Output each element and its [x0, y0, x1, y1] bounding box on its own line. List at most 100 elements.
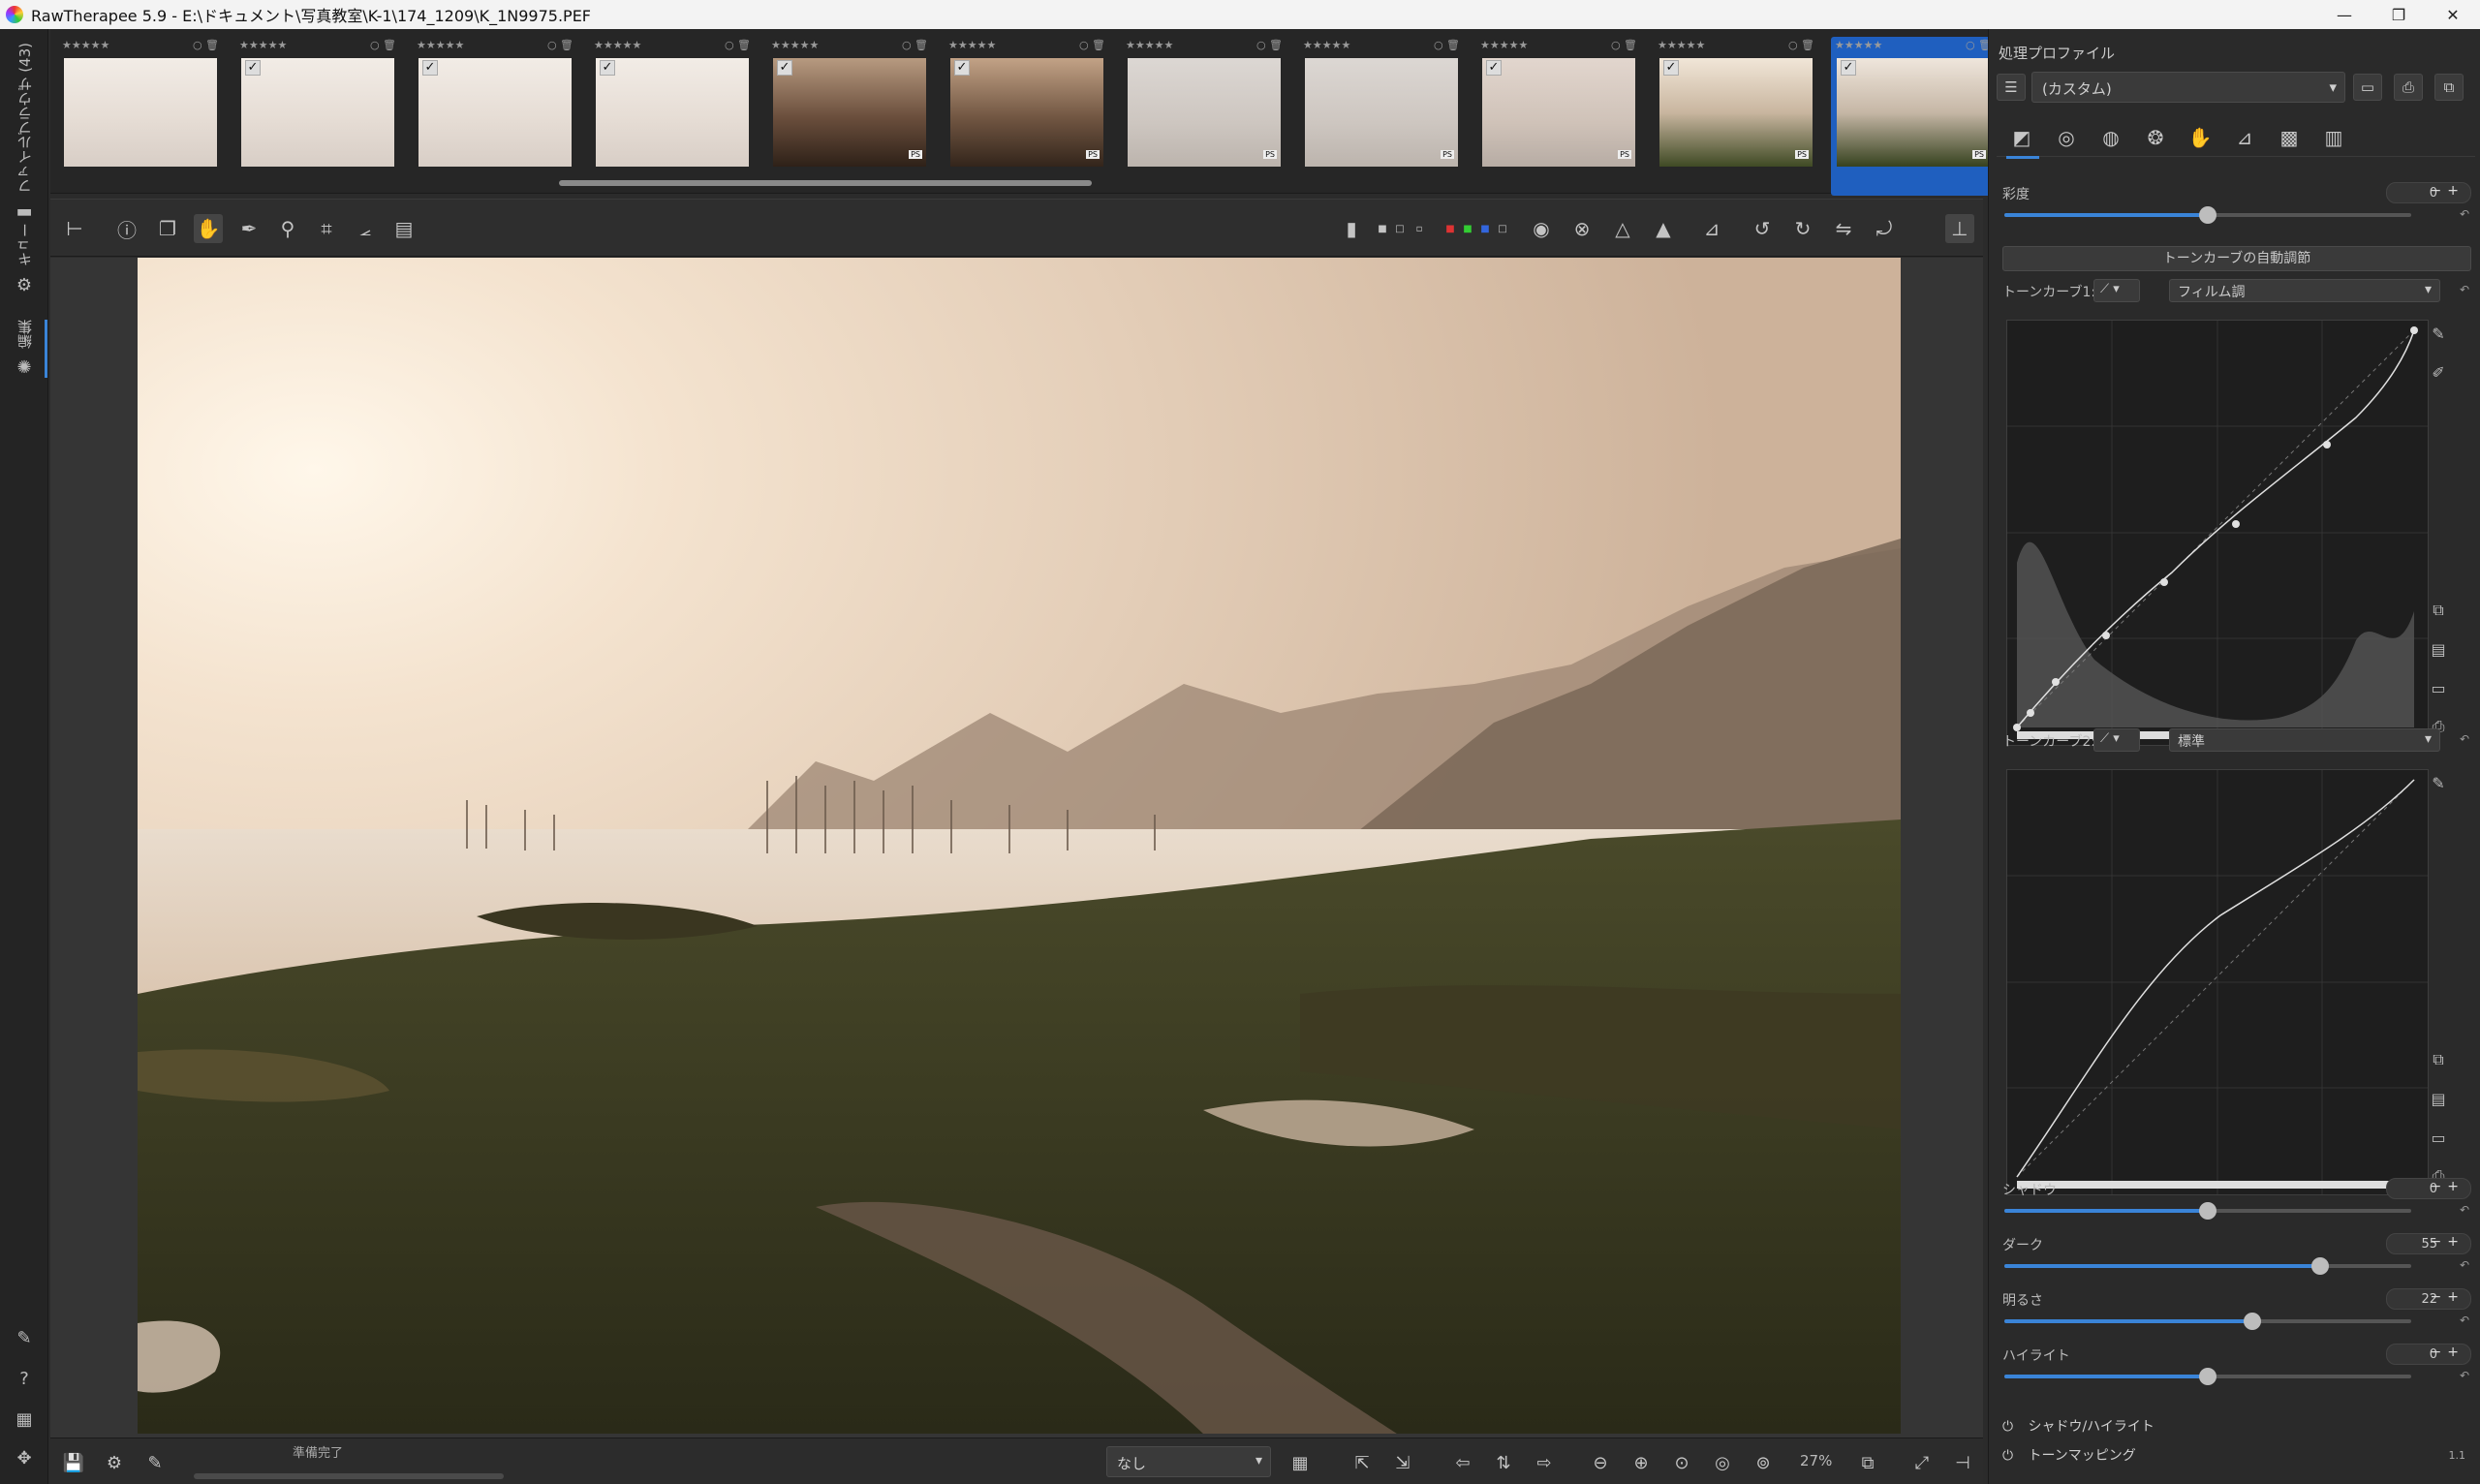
preview-background-icon[interactable]: ▮: [1343, 214, 1360, 243]
lights-track[interactable]: [2004, 1313, 2411, 1330]
copy-profile-icon[interactable]: ⧉: [2434, 74, 2464, 101]
darks-track[interactable]: [2004, 1257, 2411, 1275]
filmstrip-thumbnail[interactable]: ★★★★★ ○ 🗑 ✓ PS: [1831, 37, 1996, 196]
section-shadows-highlights[interactable]: ⏻ シャドウ/ハイライト: [2002, 1416, 2471, 1443]
preview-image[interactable]: [138, 258, 1901, 1434]
trash-icon[interactable]: ○ 🗑: [1434, 39, 1460, 54]
shadow-clip-warning-icon[interactable]: △: [1608, 214, 1637, 243]
hide-history-icon[interactable]: ⊢: [60, 214, 89, 243]
power-icon[interactable]: ⏻: [2002, 1419, 2018, 1435]
copy-right-icon[interactable]: ⇲: [1389, 1449, 1416, 1476]
copy-curve-icon[interactable]: ⧉: [2425, 1046, 2452, 1073]
auto-tone-curve-button[interactable]: トーンカーブの自動調節: [2002, 246, 2471, 271]
reset-icon[interactable]: ↶: [2460, 1314, 2469, 1327]
maximize-button[interactable]: ❐: [2372, 0, 2426, 29]
before-after-toggle-icon[interactable]: ▦: [1286, 1449, 1314, 1476]
reset-icon[interactable]: ↶: [2460, 1258, 2469, 1272]
rating-stars[interactable]: ★★★★★: [417, 39, 464, 54]
thumbnail-image[interactable]: [773, 58, 926, 167]
shadows-track[interactable]: [2004, 1202, 2411, 1220]
reset-icon[interactable]: ↶: [2460, 283, 2469, 296]
highlights-track[interactable]: [2004, 1368, 2411, 1385]
grid-icon[interactable]: ▦: [14, 1408, 35, 1430]
zoom-fit-crop-icon[interactable]: ⊚: [1750, 1449, 1777, 1476]
put-to-queue-icon[interactable]: ⚙: [101, 1449, 128, 1476]
paste-curve-icon[interactable]: ▤: [2425, 1085, 2452, 1112]
rating-stars[interactable]: ★★★★★: [1835, 39, 1882, 54]
thumbnail-image[interactable]: [1482, 58, 1635, 167]
lights-value-field[interactable]: 22 −+: [2386, 1288, 2471, 1310]
tab-queue[interactable]: キュー ⚙: [8, 223, 41, 295]
filmstrip-thumbnail[interactable]: ★★★★★ ○ 🗑: [58, 37, 223, 196]
tone-curve-1-mode-select[interactable]: フィルム調 ▾: [2169, 279, 2440, 302]
trash-icon[interactable]: ○ 🗑: [1256, 39, 1283, 54]
reset-icon[interactable]: ↶: [2460, 732, 2469, 746]
saturation-slider[interactable]: 彩度 0 −+ ↶: [2002, 182, 2471, 234]
edit-point-icon[interactable]: ✎: [2425, 769, 2452, 796]
saturation-value-field[interactable]: 0 −+: [2386, 182, 2471, 203]
open-curve-icon[interactable]: ▭: [2425, 1124, 2452, 1151]
thumbnail-image[interactable]: [418, 58, 572, 167]
curve-type-select[interactable]: ⟋ ▾: [2093, 279, 2140, 302]
tab-metadata-icon[interactable]: ▥: [2314, 118, 2353, 157]
stepper-icon[interactable]: −+: [2431, 1289, 2464, 1305]
thumbnail-image[interactable]: [596, 58, 749, 167]
tab-exposure-icon[interactable]: ◩: [2002, 118, 2041, 159]
perspective-icon[interactable]: ▤: [389, 214, 418, 243]
shadows-value-field[interactable]: 0 −+: [2386, 1178, 2471, 1199]
copy-curve-icon[interactable]: ⧉: [2425, 597, 2452, 624]
flip-vertical-icon[interactable]: ⤾: [1870, 214, 1899, 243]
filmstrip-thumbnail[interactable]: ★★★★★ ○ 🗑 PS: [1122, 37, 1286, 196]
tab-details-icon[interactable]: ◎: [2047, 118, 2086, 157]
bg-light-icon[interactable]: ▫: [1405, 214, 1434, 243]
new-detail-window-icon[interactable]: ⧉: [1854, 1449, 1881, 1476]
thumbnail-image[interactable]: [241, 58, 394, 167]
hide-tools-icon[interactable]: ⊥: [1945, 214, 1974, 243]
fullscreen-icon[interactable]: ⤢: [1908, 1449, 1936, 1476]
rating-stars[interactable]: ★★★★★: [239, 39, 287, 54]
saturation-knob[interactable]: [2199, 206, 2216, 224]
tab-transform-icon[interactable]: ⊿: [2225, 118, 2264, 157]
thumbnail-image[interactable]: [1837, 58, 1990, 167]
stepper-icon[interactable]: −+: [2431, 1345, 2464, 1360]
tab-editor[interactable]: 編集 ✺: [8, 320, 47, 378]
snapshot-profile-select[interactable]: なし ▾: [1106, 1446, 1271, 1477]
tab-raw-icon[interactable]: ▩: [2270, 118, 2309, 157]
rating-stars[interactable]: ★★★★★: [948, 39, 996, 54]
rotate-right-icon[interactable]: ↻: [1788, 214, 1817, 243]
trash-icon[interactable]: ○ 🗑: [1788, 39, 1814, 54]
pick-point-icon[interactable]: ✐: [2425, 358, 2452, 386]
darks-knob[interactable]: [2310, 1257, 2329, 1275]
section-tone-mapping[interactable]: ⏻ トーンマッピング 1.1: [2002, 1445, 2471, 1472]
crop-icon[interactable]: ⌗: [312, 214, 341, 243]
rating-stars[interactable]: ★★★★★: [771, 39, 819, 54]
move-icon[interactable]: ✥: [14, 1447, 35, 1469]
tab-local-icon[interactable]: ✋: [2181, 118, 2219, 157]
darks-value-field[interactable]: 55 −+: [2386, 1233, 2471, 1254]
next-image-icon[interactable]: ⇨: [1531, 1449, 1558, 1476]
color-picker-icon[interactable]: ⚲: [273, 214, 302, 243]
filmstrip-thumbnail[interactable]: ★★★★★ ○ 🗑 ✓: [413, 37, 577, 196]
highlight-clip-warning-icon[interactable]: ▲: [1649, 214, 1678, 243]
hand-tool-icon[interactable]: ✋: [194, 214, 223, 243]
flip-horizontal-icon[interactable]: ⇋: [1829, 214, 1858, 243]
saturation-track[interactable]: [2004, 206, 2411, 224]
tone-curve-2-editor[interactable]: [2006, 769, 2429, 1195]
stepper-icon[interactable]: −+: [2431, 1179, 2464, 1194]
stepper-icon[interactable]: −+: [2431, 183, 2464, 199]
histogram-icon[interactable]: ⊿: [1697, 214, 1726, 243]
rating-stars[interactable]: ★★★★★: [1658, 39, 1705, 54]
darks-slider[interactable]: ダーク 55 −+ ↶: [2002, 1233, 2471, 1285]
lights-knob[interactable]: [2244, 1313, 2262, 1330]
help-icon[interactable]: ?: [14, 1368, 35, 1389]
filmstrip-thumbnail[interactable]: ★★★★★ ○ 🗑 ✓ PS: [1654, 37, 1818, 196]
filmstrip-thumbnail[interactable]: ★★★★★ ○ 🗑 ✓: [235, 37, 400, 196]
minimize-button[interactable]: —: [2317, 0, 2372, 29]
filmstrip-thumbnail[interactable]: ★★★★★ ○ 🗑 PS: [1299, 37, 1464, 196]
trash-icon[interactable]: ○ 🗑: [1611, 39, 1637, 54]
save-image-icon[interactable]: 💾: [60, 1449, 87, 1476]
lights-slider[interactable]: 明るさ 22 −+ ↶: [2002, 1288, 2471, 1341]
rating-stars[interactable]: ★★★★★: [594, 39, 641, 54]
send-to-editor-icon[interactable]: ✎: [14, 1327, 35, 1348]
thumbnail-image[interactable]: [1128, 58, 1281, 167]
